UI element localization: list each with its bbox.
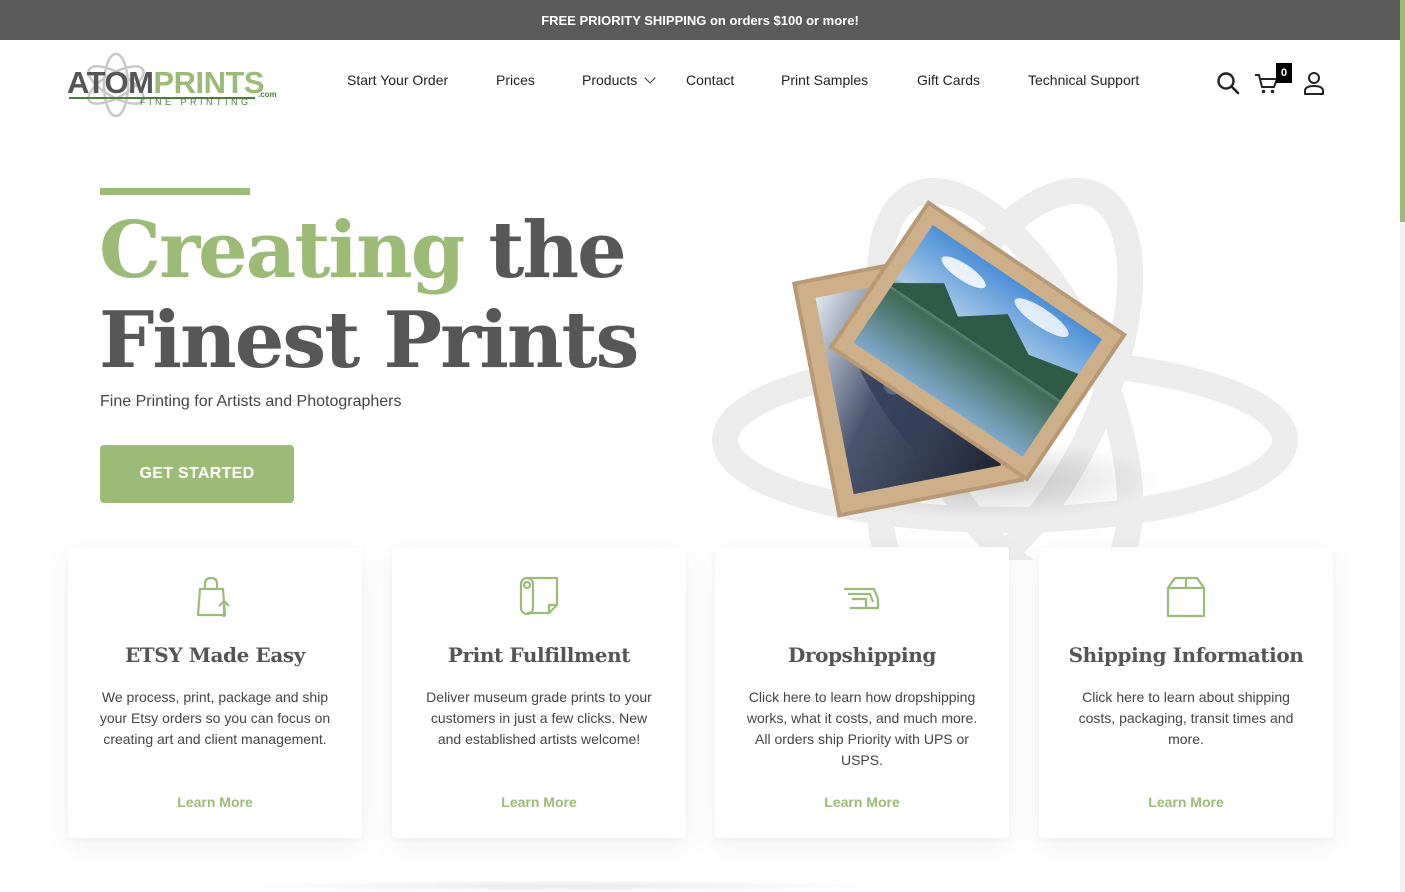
card-description: Click here to learn how dropshipping wor… [746, 689, 978, 768]
card-title: ETSY Made Easy [124, 643, 306, 667]
section-shadow [240, 880, 880, 892]
promo-banner: FREE PRIORITY SHIPPING on orders $100 or… [0, 0, 1400, 40]
card-description: Deliver museum grade prints to your cust… [426, 689, 652, 747]
nav-products-label: Products [582, 72, 638, 88]
learn-more-link[interactable]: Learn More [715, 794, 1009, 810]
site-header: ATOMPRINTS .com FINE PRINTING Start Your… [0, 40, 1400, 126]
hero-subtitle: Fine Printing for Artists and Photograph… [100, 393, 402, 410]
card-title: Print Fulfillment [447, 643, 631, 667]
hero-title-line1-rest: the [463, 205, 626, 296]
learn-more-link[interactable]: Learn More [1039, 794, 1333, 810]
nav-contact[interactable]: Contact [686, 72, 734, 88]
feature-cards: ETSY Made Easy We process, print, packag… [68, 547, 1333, 838]
print-roll-icon [517, 575, 561, 619]
shopping-bag-icon [193, 575, 237, 619]
logo-domain: .com [258, 90, 277, 99]
box-icon [1164, 575, 1208, 619]
learn-more-link[interactable]: Learn More [68, 794, 362, 810]
scrollbar-thumb[interactable] [1400, 0, 1405, 222]
hero-title: Creating the Finest Prints [99, 205, 639, 386]
cart-count-badge: 0 [1276, 63, 1292, 83]
site-logo[interactable]: ATOMPRINTS .com FINE PRINTING [64, 52, 284, 118]
nav-technical-support[interactable]: Technical Support [1028, 72, 1139, 88]
card-description: Click here to learn about shipping costs… [1078, 689, 1294, 747]
hero-title-highlight: Creating [99, 205, 465, 296]
shipping-truck-icon [840, 575, 884, 619]
nav-gift-cards[interactable]: Gift Cards [917, 72, 980, 88]
nav-start-your-order[interactable]: Start Your Order [347, 72, 448, 88]
card-title: Dropshipping [788, 643, 936, 667]
hero-framed-prints-image [700, 120, 1320, 602]
learn-more-link[interactable]: Learn More [392, 794, 686, 810]
chevron-down-icon [644, 72, 656, 84]
card-shipping-information[interactable]: Shipping Information Click here to learn… [1039, 547, 1333, 838]
logo-tagline: FINE PRINTING [140, 97, 252, 107]
search-icon[interactable] [1215, 70, 1241, 96]
promo-text: FREE PRIORITY SHIPPING on orders $100 or… [541, 12, 859, 28]
card-description: We process, print, package and ship your… [99, 689, 331, 747]
card-title: Shipping Information [1068, 643, 1304, 667]
card-etsy[interactable]: ETSY Made Easy We process, print, packag… [68, 547, 362, 838]
hero-title-line2: Finest Prints [99, 295, 639, 386]
card-dropshipping[interactable]: Dropshipping Click here to learn how dro… [715, 547, 1009, 838]
hero-accent-bar [100, 188, 250, 195]
get-started-button[interactable]: GET STARTED [100, 445, 294, 503]
user-icon[interactable] [1302, 70, 1328, 96]
nav-products[interactable]: Products [582, 72, 656, 88]
card-print-fulfillment[interactable]: Print Fulfillment Deliver museum grade p… [392, 547, 686, 838]
logo-wordmark: ATOMPRINTS [67, 65, 265, 100]
nav-print-samples[interactable]: Print Samples [781, 72, 868, 88]
nav-prices[interactable]: Prices [496, 72, 535, 88]
